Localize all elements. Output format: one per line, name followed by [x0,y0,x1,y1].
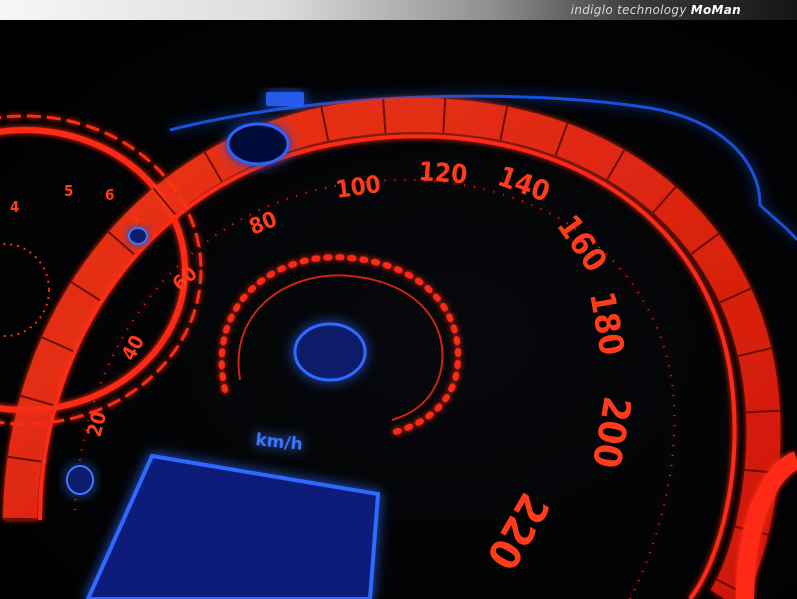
indicator-dot [66,465,94,495]
dashboard-photo: 4 5 6 7 20 40 60 80 100 120 140 160 180 … [0,20,797,599]
speed-label: 120 [418,157,469,190]
watermark-text: indiglo technology MoMan [571,3,741,17]
watermark-bar: indiglo technology MoMan [0,0,797,20]
trip-reset-knob [226,122,290,166]
watermark-text-label: indiglo technology [570,3,687,17]
watermark-brand: MoMan [690,3,741,17]
tacho-label: 4 [10,198,19,216]
needle-hub [293,322,367,382]
indicator-light [266,92,304,106]
tacho-label: 5 [64,182,73,200]
tacho-hub [128,227,148,245]
tacho-label: 6 [105,186,114,204]
